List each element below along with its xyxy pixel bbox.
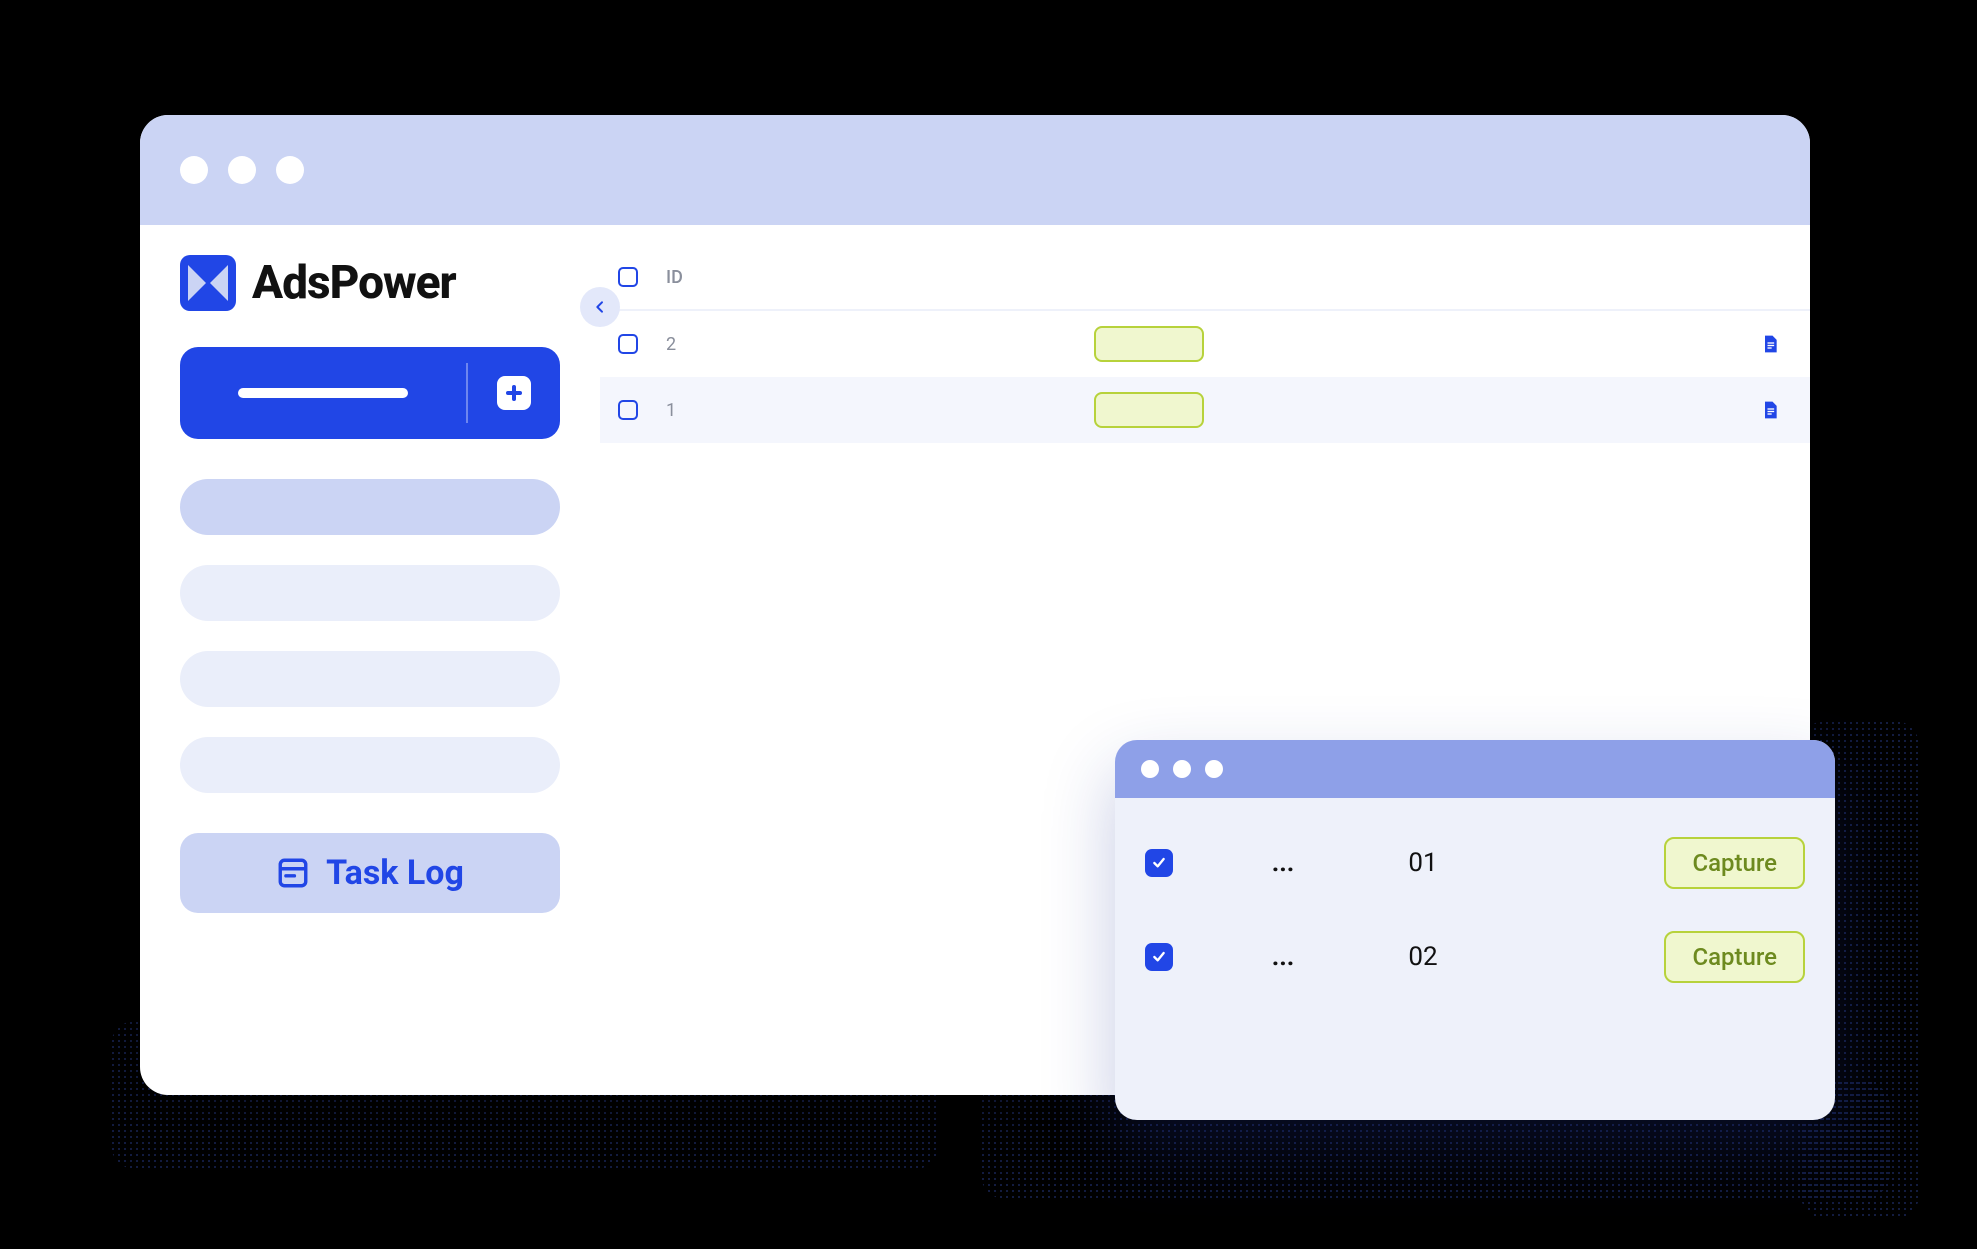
task-log-label: Task Log [326, 853, 464, 893]
table-row[interactable]: 2 [600, 311, 1810, 377]
sidebar-item[interactable] [180, 565, 560, 621]
primary-action-label-placeholder [238, 388, 408, 398]
popup-row-checkbox[interactable] [1145, 849, 1173, 877]
window-control[interactable] [276, 156, 304, 184]
popup-titlebar [1115, 740, 1835, 798]
popup-row-number: 01 [1393, 848, 1453, 878]
window-control[interactable] [1205, 760, 1223, 778]
task-log-button[interactable]: Task Log [180, 833, 560, 913]
window-control[interactable] [1141, 760, 1159, 778]
check-icon [1151, 855, 1167, 871]
popup-row-checkbox[interactable] [1145, 943, 1173, 971]
check-icon [1151, 949, 1167, 965]
column-header-id: ID [666, 267, 706, 288]
sidebar-collapse-button[interactable] [580, 287, 620, 327]
chevron-left-icon [592, 299, 608, 315]
logo: AdsPower [180, 255, 560, 311]
window-control[interactable] [1173, 760, 1191, 778]
table-row[interactable]: 1 [600, 377, 1810, 443]
profiles-table: ID 2 [600, 245, 1810, 443]
document-icon[interactable] [1760, 332, 1780, 356]
window-control[interactable] [228, 156, 256, 184]
sidebar-item[interactable] [180, 737, 560, 793]
primary-action-button[interactable] [180, 347, 560, 439]
window-control[interactable] [180, 156, 208, 184]
app-name: AdsPower [252, 256, 456, 310]
row-checkbox[interactable] [618, 334, 638, 354]
row-checkbox[interactable] [618, 400, 638, 420]
task-log-icon [276, 856, 310, 890]
popup-row-number: 02 [1393, 942, 1453, 972]
sidebar-item[interactable] [180, 651, 560, 707]
status-tag [1094, 392, 1204, 428]
popup-window: ... 01 Capture ... 02 Capture [1115, 740, 1835, 1120]
row-id: 1 [666, 400, 706, 421]
main-titlebar [140, 115, 1810, 225]
add-button[interactable] [468, 376, 560, 410]
document-icon[interactable] [1760, 398, 1780, 422]
logo-icon [180, 255, 236, 311]
select-all-checkbox[interactable] [618, 267, 638, 287]
popup-row: ... 01 Capture [1145, 816, 1805, 910]
status-tag [1094, 326, 1204, 362]
popup-row-dots: ... [1253, 942, 1313, 972]
plus-icon [497, 376, 531, 410]
sidebar: AdsPower Task Log [140, 225, 600, 1095]
row-id: 2 [666, 334, 706, 355]
capture-button[interactable]: Capture [1664, 837, 1805, 889]
capture-button[interactable]: Capture [1664, 931, 1805, 983]
popup-row-dots: ... [1253, 848, 1313, 878]
popup-row: ... 02 Capture [1145, 910, 1805, 1004]
sidebar-item[interactable] [180, 479, 560, 535]
table-header: ID [600, 245, 1810, 311]
